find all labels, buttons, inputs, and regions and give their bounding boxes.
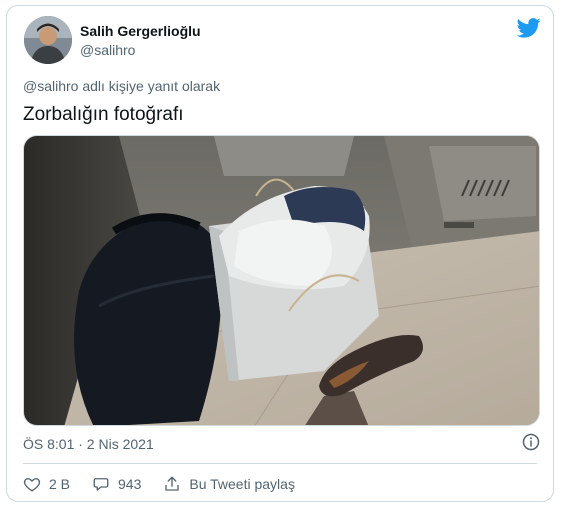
heart-icon [23, 478, 41, 492]
info-icon[interactable] [522, 433, 540, 451]
tweet-actions: 2 B 943 Bu Tweeti paylaş [23, 474, 317, 494]
share-label: Bu Tweeti paylaş [189, 476, 295, 492]
tweet-timestamp[interactable]: ÖS 8:01 · 2 Nis 2021 [23, 436, 154, 452]
share-button[interactable]: Bu Tweeti paylaş [163, 475, 295, 493]
reply-count: 943 [118, 476, 142, 492]
like-count: 2 B [49, 476, 71, 492]
author-handle[interactable]: @salihro [80, 42, 135, 58]
like-button[interactable]: 2 B [23, 475, 70, 493]
comment-icon [93, 478, 109, 491]
author-name[interactable]: Salih Gergerlioğlu [80, 23, 201, 39]
avatar[interactable] [24, 16, 72, 64]
tweet-photo[interactable] [23, 135, 540, 426]
reply-context: @salihro adlı kişiye yanıt olarak [23, 78, 221, 94]
tweet-text: Zorbalığın fotoğrafı [23, 104, 184, 125]
reply-button[interactable]: 943 [92, 475, 141, 493]
elevator-floor-photo [24, 136, 539, 425]
tweet-card[interactable]: Salih Gergerlioğlu @salihro @salihro adl… [6, 5, 554, 502]
share-icon [165, 476, 180, 491]
divider [23, 463, 537, 464]
twitter-bird-icon[interactable] [517, 18, 541, 38]
avatar-image [24, 16, 72, 64]
